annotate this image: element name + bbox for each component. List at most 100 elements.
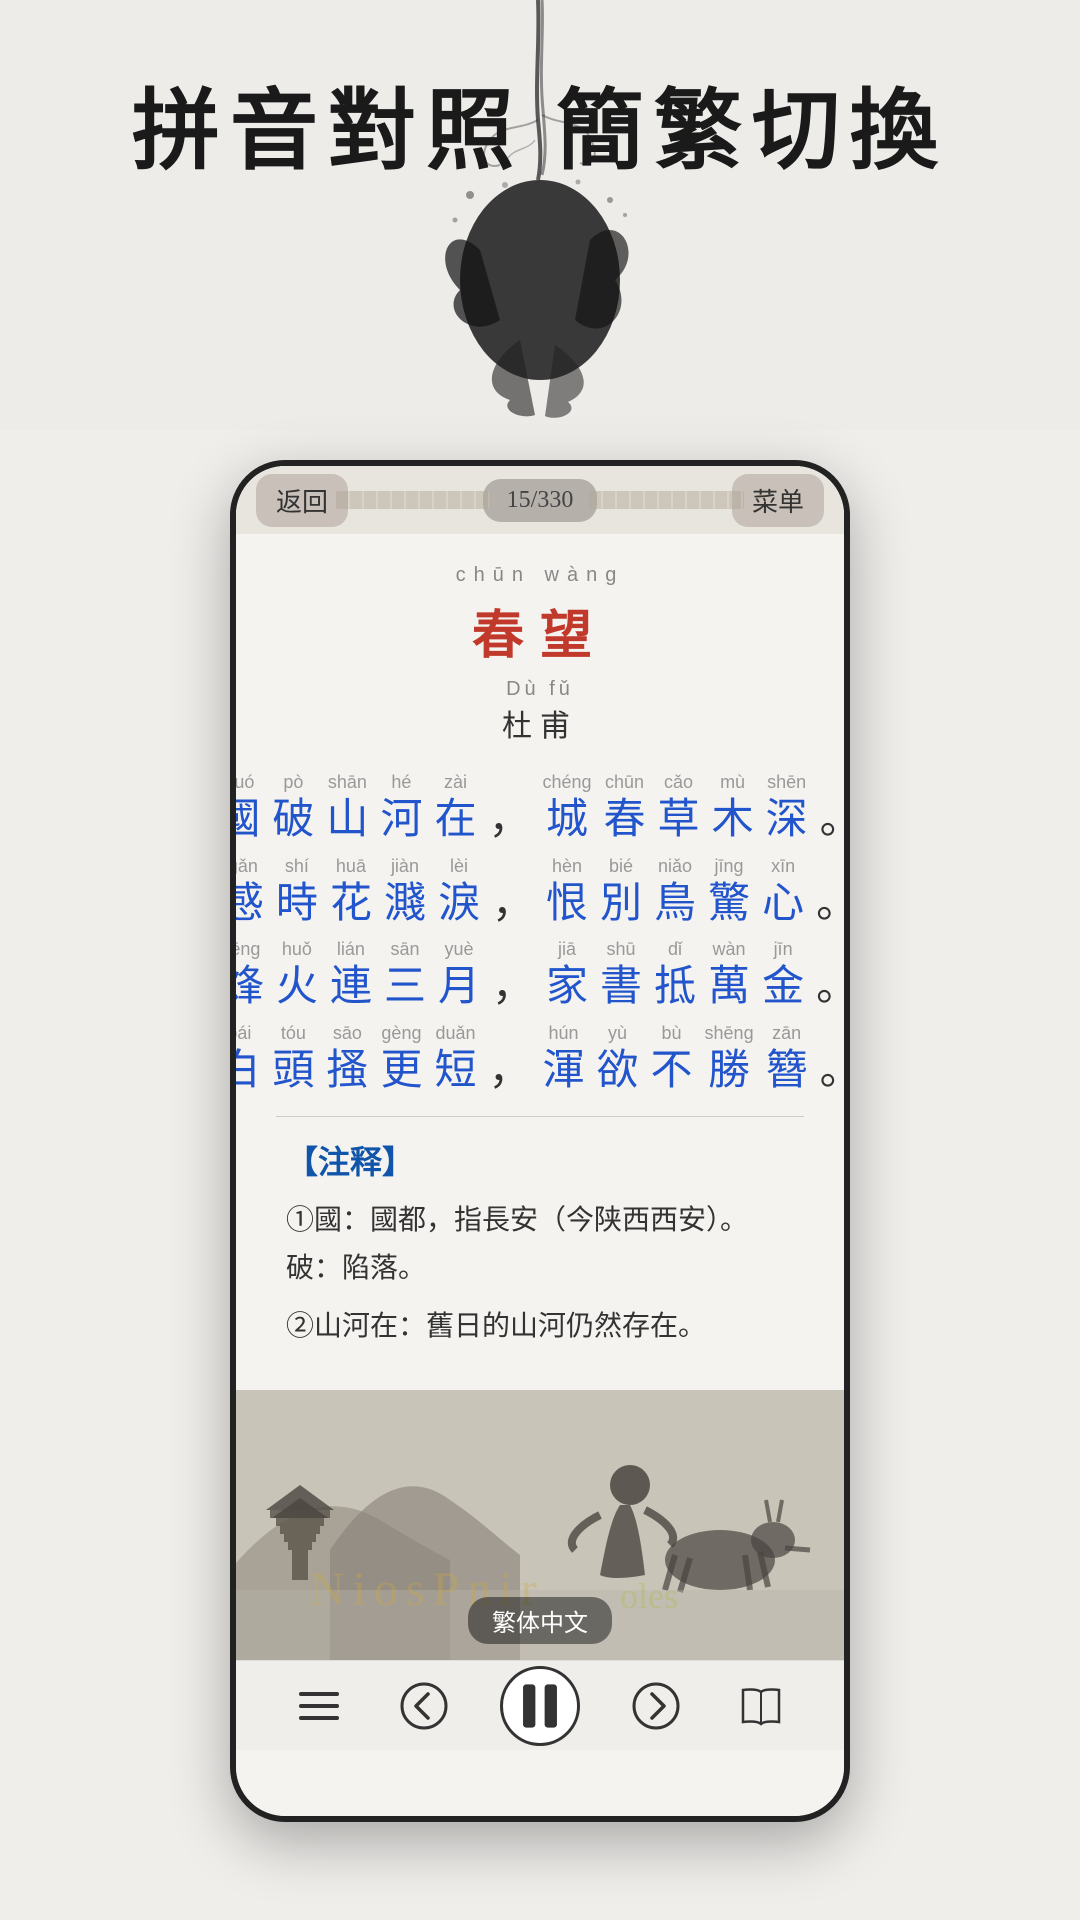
char-group: dǐ 抵 [654, 937, 696, 1013]
char-pinyin: hún [548, 1021, 578, 1046]
poem-title-chinese: 春望 [276, 593, 804, 668]
char-group: lèi 淚 [438, 854, 480, 930]
char-chinese: 鳥 [654, 879, 696, 929]
bottom-navigation [236, 1660, 844, 1750]
play-pause-button[interactable] [500, 1666, 580, 1746]
menu-button[interactable]: 菜单 [732, 474, 824, 527]
char-group: bù 不 [651, 1021, 693, 1097]
char-pinyin: huā [336, 854, 366, 879]
poem-lines: guó 國 pò 破 shān 山 hé 河 [276, 770, 804, 1096]
char-group: ， [492, 854, 534, 930]
char-chinese: 破 [272, 795, 314, 845]
char-pinyin: zān [772, 1021, 801, 1046]
char-group: niǎo 鳥 [654, 854, 696, 930]
char-pinyin: bié [609, 854, 633, 879]
previous-button[interactable] [394, 1676, 454, 1736]
char-pinyin-empty [504, 937, 522, 962]
poem-line-1: guó 國 pò 破 shān 山 hé 河 [276, 770, 804, 846]
poem-line-2: gǎn 感 shí 時 huā 花 jiàn 濺 [276, 854, 804, 930]
page-counter: 15/330 [483, 479, 598, 522]
char-pinyin: shēn [767, 770, 806, 795]
phone-inner: 返回 15/330 菜单 chūn wàng 春望 Dù fǔ 杜甫 [236, 466, 844, 1816]
forward-arrow-icon [632, 1682, 680, 1730]
char-chinese: 國 [230, 795, 260, 845]
char-pinyin: yuè [444, 937, 473, 962]
notes-title: 【注释】 [286, 1137, 794, 1183]
char-punct: 。 [816, 962, 850, 1012]
char-group: mù 木 [712, 770, 754, 846]
char-group: shí 時 [276, 854, 318, 930]
char-chinese: 時 [276, 879, 318, 929]
char-group: fēng 烽 [230, 937, 264, 1013]
char-chinese: 頭 [272, 1046, 314, 1096]
char-chinese: 月 [438, 962, 480, 1012]
char-pinyin: jiā [558, 937, 576, 962]
char-group: bié 別 [600, 854, 642, 930]
char-pinyin: hèn [552, 854, 582, 879]
char-pinyin: shēng [705, 1021, 754, 1046]
char-pinyin: bù [662, 1021, 682, 1046]
char-pinyin: sān [390, 937, 419, 962]
char-punct: 。 [820, 795, 850, 845]
next-button[interactable] [626, 1676, 686, 1736]
char-group: shēng 勝 [705, 1021, 754, 1097]
char-pinyin-empty [828, 854, 846, 879]
char-punct: ， [488, 795, 530, 845]
char-group: tóu 頭 [272, 1021, 314, 1097]
char-pinyin: pò [283, 770, 303, 795]
svg-text:oles: oles [620, 1576, 678, 1616]
note-item-2: ②山河在：舊日的山河仍然存在。 [286, 1303, 794, 1351]
char-chinese: 別 [600, 879, 642, 929]
char-pinyin: shū [607, 937, 636, 962]
menu-nav-button[interactable] [289, 1676, 349, 1736]
char-chinese: 在 [434, 795, 476, 845]
char-chinese: 連 [330, 962, 372, 1012]
poem-line-3: fēng 烽 huǒ 火 lián 連 sān [276, 937, 804, 1013]
divider [276, 1116, 804, 1117]
top-bar: 返回 15/330 菜单 [236, 466, 844, 534]
char-punct: 。 [816, 879, 850, 929]
char-group: lián 連 [330, 937, 372, 1013]
char-pinyin: gèng [381, 1021, 421, 1046]
char-group: shēn 深 [766, 770, 808, 846]
char-group: yuè 月 [438, 937, 480, 1013]
char-chinese: 感 [230, 879, 264, 929]
char-chinese: 山 [326, 795, 368, 845]
back-button[interactable]: 返回 [256, 474, 348, 527]
char-pinyin: bái [230, 1021, 251, 1046]
char-pinyin: jiàn [391, 854, 419, 879]
phone-mockup: 返回 15/330 菜单 chūn wàng 春望 Dù fǔ 杜甫 [230, 460, 850, 1822]
char-chinese: 城 [546, 795, 588, 845]
char-pinyin-empty [500, 1021, 518, 1046]
book-button[interactable] [731, 1676, 791, 1736]
char-chinese: 淚 [438, 879, 480, 929]
char-group: huā 花 [330, 854, 372, 930]
char-group: jiā 家 [546, 937, 588, 1013]
char-chinese: 花 [330, 879, 372, 929]
char-pinyin: dǐ [668, 937, 682, 962]
char-chinese: 渾 [542, 1046, 584, 1096]
char-pinyin: shí [285, 854, 309, 879]
char-chinese: 河 [380, 795, 422, 845]
char-pinyin: shān [328, 770, 367, 795]
char-group: 。 [820, 770, 850, 846]
poem-title-pinyin: chūn wàng [276, 564, 804, 587]
char-group: zài 在 [434, 770, 476, 846]
char-pinyin: wàn [713, 937, 746, 962]
char-group: duǎn 短 [434, 1021, 476, 1097]
char-chinese: 火 [276, 962, 318, 1012]
char-chinese: 金 [762, 962, 804, 1012]
char-group: wàn 萬 [708, 937, 750, 1013]
char-pinyin: zài [444, 770, 467, 795]
char-group: cǎo 草 [658, 770, 700, 846]
char-pinyin: yù [608, 1021, 627, 1046]
char-chinese: 濺 [384, 879, 426, 929]
char-pinyin-empty [500, 770, 518, 795]
char-chinese: 烽 [230, 962, 264, 1012]
char-chinese: 春 [604, 795, 646, 845]
char-pinyin: huǒ [282, 937, 312, 962]
char-group: ， [488, 1021, 530, 1097]
char-group: hé 河 [380, 770, 422, 846]
char-group: sāo 搔 [326, 1021, 368, 1097]
char-pinyin: lèi [450, 854, 468, 879]
